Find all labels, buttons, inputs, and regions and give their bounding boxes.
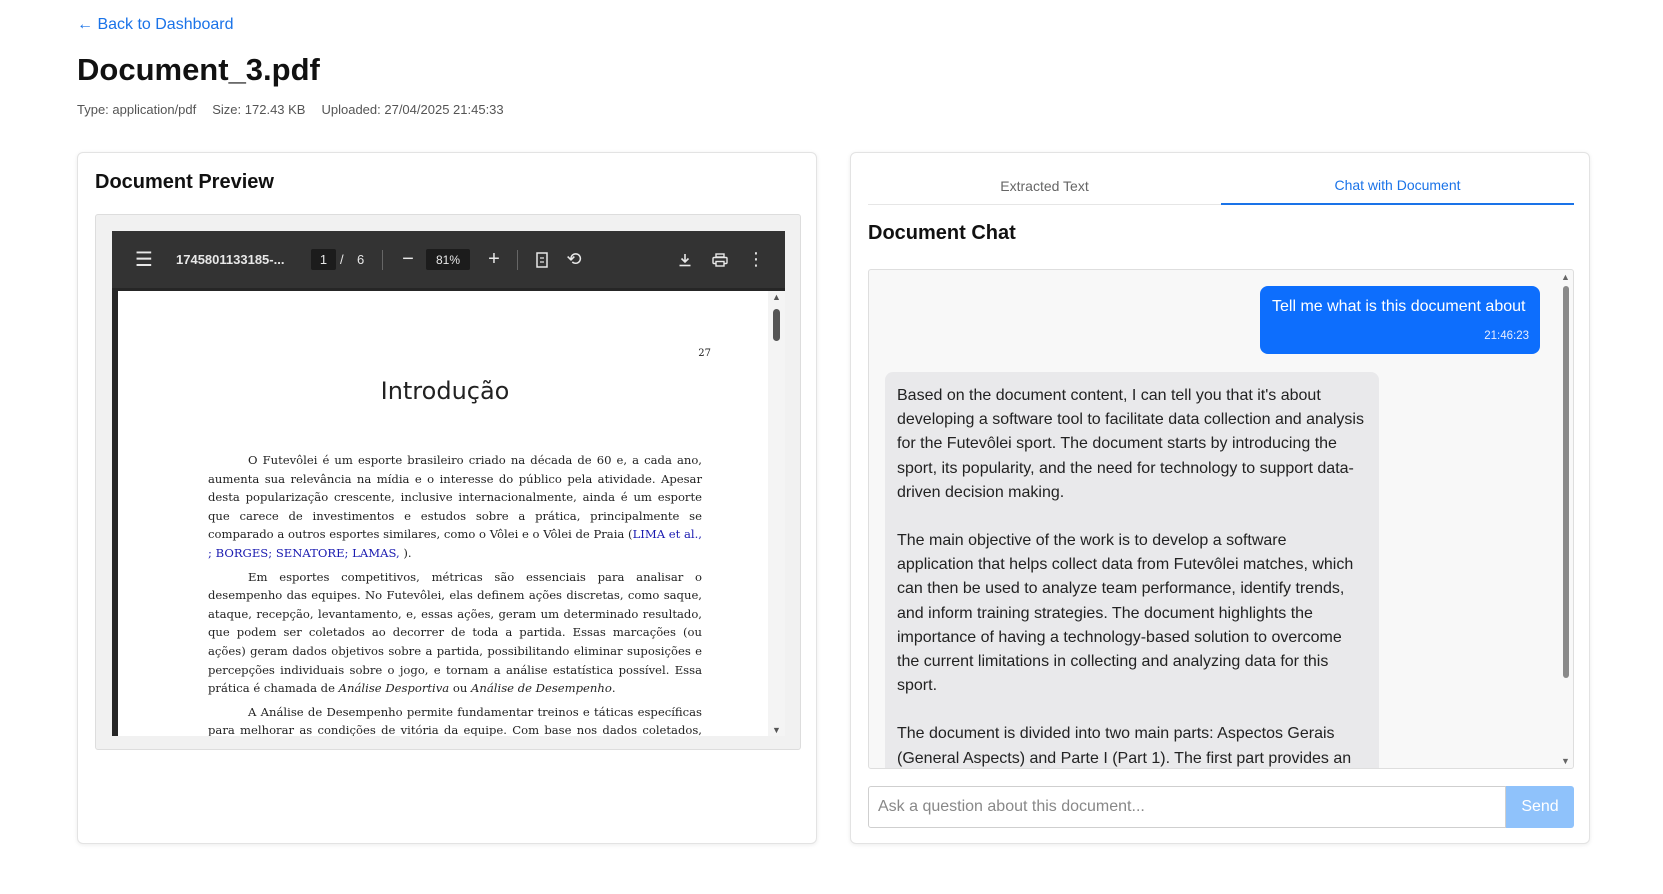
pdf-paragraph: A Análise de Desempenho permite fundamen… bbox=[208, 704, 702, 736]
fit-page-icon[interactable] bbox=[532, 231, 552, 288]
download-icon[interactable] bbox=[674, 231, 696, 288]
pdf-viewer[interactable]: ☰ 1745801133185-... 1 / 6 − 81% + ⟲ ⋮ 27… bbox=[112, 231, 785, 736]
scroll-down-icon[interactable]: ▼ bbox=[772, 725, 781, 735]
scroll-up-icon[interactable]: ▲ bbox=[1561, 272, 1570, 282]
assistant-paragraph: The main objective of the work is to dev… bbox=[897, 532, 1354, 695]
preview-heading: Document Preview bbox=[95, 171, 274, 193]
pdf-page-number: 27 bbox=[698, 348, 711, 359]
pdf-page-area: 27 Introdução O Futevôlei é um esporte b… bbox=[112, 288, 785, 736]
message-timestamp: 21:46:23 bbox=[1484, 330, 1529, 342]
pdf-paragraph: O Futevôlei é um esporte brasileiro cria… bbox=[208, 453, 702, 560]
scrollbar-thumb[interactable] bbox=[1563, 286, 1569, 678]
document-preview-card: Document Preview ☰ 1745801133185-... 1 /… bbox=[77, 152, 817, 844]
pdf-chapter-heading: Introdução bbox=[380, 377, 510, 405]
assistant-paragraph: The document is divided into two main pa… bbox=[897, 725, 1352, 767]
user-message-text: Tell me what is this document about bbox=[1272, 298, 1526, 315]
document-meta: Type: application/pdf Size: 172.43 KB Up… bbox=[77, 102, 504, 117]
panel-tabs: Extracted Text Chat with Document bbox=[868, 167, 1574, 205]
document-title: Document_3.pdf bbox=[77, 52, 320, 87]
pdf-page: 27 Introdução O Futevôlei é um esporte b… bbox=[118, 291, 772, 736]
page-number-input[interactable]: 1 bbox=[311, 249, 336, 270]
pdf-filename: 1745801133185-... bbox=[176, 252, 285, 267]
scroll-down-icon[interactable]: ▼ bbox=[1561, 756, 1570, 766]
rotate-icon[interactable]: ⟲ bbox=[563, 231, 585, 288]
print-icon[interactable] bbox=[709, 231, 731, 288]
more-vertical-icon[interactable]: ⋮ bbox=[747, 231, 765, 288]
hamburger-icon[interactable]: ☰ bbox=[132, 231, 156, 288]
chat-scrollbar[interactable]: ▲ ▼ bbox=[1558, 270, 1573, 768]
assistant-paragraph: Based on the document content, I can tel… bbox=[897, 387, 1364, 501]
meta-type: Type: application/pdf bbox=[77, 102, 197, 117]
total-pages: 6 bbox=[357, 252, 365, 267]
send-button[interactable]: Send bbox=[1506, 786, 1574, 828]
pdf-viewer-frame: ☰ 1745801133185-... 1 / 6 − 81% + ⟲ ⋮ 27… bbox=[95, 214, 801, 750]
back-to-dashboard-link[interactable]: ← Back to Dashboard bbox=[77, 16, 234, 34]
scrollbar-thumb[interactable] bbox=[773, 309, 780, 341]
question-input[interactable] bbox=[868, 786, 1506, 828]
chat-messages: Tell me what is this document about 21:4… bbox=[868, 269, 1574, 769]
plus-icon[interactable]: + bbox=[484, 231, 504, 288]
pdf-body-text: O Futevôlei é um esporte brasileiro cria… bbox=[208, 451, 702, 736]
tab-chat-with-document[interactable]: Chat with Document bbox=[1221, 167, 1574, 205]
minus-icon[interactable]: − bbox=[398, 231, 418, 288]
assistant-message: Based on the document content, I can tel… bbox=[885, 372, 1379, 768]
scroll-up-icon[interactable]: ▲ bbox=[772, 292, 781, 302]
zoom-level-input[interactable]: 81% bbox=[426, 249, 470, 270]
tab-extracted-text[interactable]: Extracted Text bbox=[868, 167, 1221, 204]
document-chat-card: Extracted Text Chat with Document Docume… bbox=[850, 152, 1590, 844]
toolbar-divider bbox=[382, 250, 383, 270]
toolbar-divider bbox=[517, 250, 518, 270]
meta-size: Size: 172.43 KB bbox=[212, 102, 306, 117]
pdf-scrollbar[interactable]: ▲ ▼ bbox=[768, 291, 785, 736]
pdf-toolbar: ☰ 1745801133185-... 1 / 6 − 81% + ⟲ ⋮ bbox=[112, 231, 785, 288]
chat-heading: Document Chat bbox=[868, 222, 1016, 244]
pdf-paragraph: Em esportes competitivos, métricas são e… bbox=[208, 569, 702, 696]
meta-uploaded: Uploaded: 27/04/2025 21:45:33 bbox=[321, 102, 504, 117]
user-message: Tell me what is this document about 21:4… bbox=[1260, 286, 1540, 354]
page-separator: / bbox=[340, 252, 344, 267]
